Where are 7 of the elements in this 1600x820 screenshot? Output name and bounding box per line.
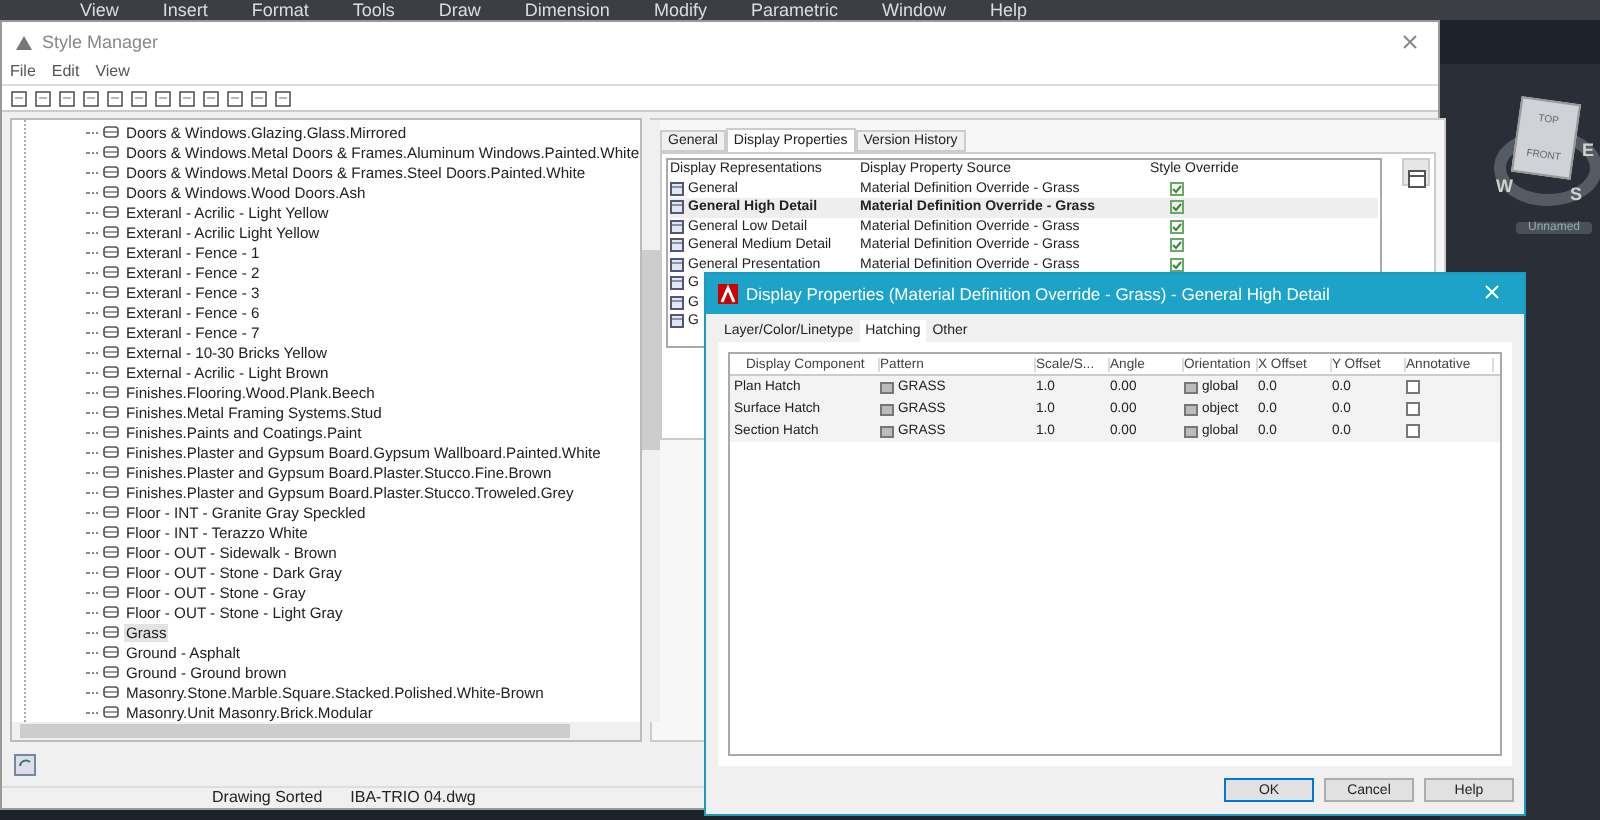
status-text: Drawing Sorted — [212, 788, 323, 808]
compass-letter: E — [1582, 140, 1595, 160]
window-title: Style Manager — [42, 32, 159, 52]
compass-letter: W — [1496, 176, 1513, 196]
dialog-title: Display Properties (Material Definition Override - Grass) - General High Detail — [746, 284, 1330, 304]
compass-letter: S — [1570, 184, 1583, 204]
status-text: IBA-TRIO 04.dwg — [350, 788, 476, 808]
